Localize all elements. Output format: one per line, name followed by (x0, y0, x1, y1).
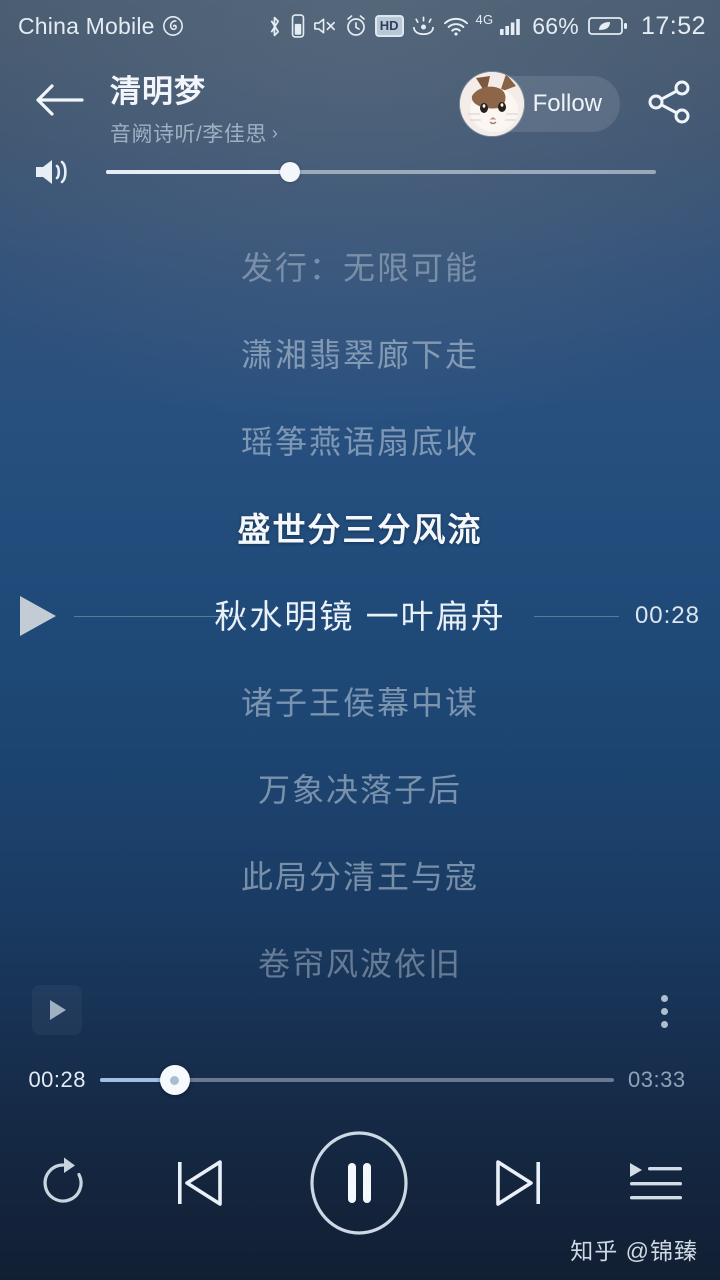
status-icons: HD 4G 66% 17:52 (265, 12, 706, 41)
music-player-screen: China Mobile HD 4G 66% 17:52 清明梦 音阙诗听/李佳… (0, 0, 720, 1280)
follow-button-label: Follow (532, 90, 602, 117)
more-dot (660, 1020, 668, 1028)
progress-row: 00:28 03:33 (0, 1060, 720, 1100)
previous-track-icon (167, 1151, 231, 1220)
network-type-label: 4G (475, 11, 494, 27)
progress-slider-thumb[interactable] (159, 1065, 190, 1095)
lyric-line: 万象决落子后 (257, 772, 462, 808)
alarm-icon (344, 14, 368, 38)
battery-percent-label: 66% (532, 12, 579, 39)
lyrics-panel[interactable]: 发行：无限可能 潇湘翡翠廊下走 瑶筝燕语扇底收 盛世分三分风流 秋水明镜 一叶扁… (0, 225, 720, 985)
pause-icon (306, 1130, 412, 1241)
playback-controls (0, 1125, 720, 1245)
playlist-button[interactable] (626, 1157, 686, 1214)
progress-slider[interactable] (100, 1065, 614, 1095)
share-button[interactable] (642, 76, 698, 132)
repeat-button[interactable] (34, 1154, 92, 1217)
carrier-name: China Mobile (18, 12, 155, 39)
play-small-icon[interactable] (32, 985, 82, 1035)
carrier-info: China Mobile (18, 13, 184, 40)
volume-icon[interactable] (22, 155, 84, 189)
playlist-queue-icon (626, 1157, 686, 1214)
more-dot (660, 994, 668, 1002)
artist-name: 音阙诗听/李佳思 (110, 123, 267, 146)
title-block: 清明梦 音阙诗听/李佳思 › (110, 66, 460, 148)
hd-icon: HD (374, 15, 404, 37)
current-time-label: 00:28 (28, 1067, 86, 1092)
mute-icon (312, 14, 337, 38)
song-title: 清明梦 (110, 74, 206, 109)
watermark: 知乎 @锦臻 (570, 1238, 698, 1264)
volume-slider[interactable] (106, 162, 656, 182)
lyric-line: 潇湘翡翠廊下走 (240, 337, 479, 373)
status-bar: China Mobile HD 4G 66% 17:52 (0, 0, 720, 52)
mini-control-row (0, 985, 720, 1040)
volume-slider-thumb[interactable] (280, 162, 301, 182)
netease-music-icon (162, 15, 184, 37)
play-pause-button[interactable] (306, 1130, 412, 1241)
lyric-line: 瑶筝燕语扇底收 (240, 424, 479, 460)
eye-comfort-icon (411, 15, 436, 37)
volume-slider-row (0, 152, 720, 192)
lyric-line: 此局分清王与寇 (240, 859, 479, 895)
previous-track-button[interactable] (167, 1151, 231, 1220)
more-vertical-icon[interactable] (640, 985, 688, 1037)
repeat-icon (34, 1154, 92, 1217)
volume-slider-fill (106, 170, 291, 174)
cat-avatar[interactable] (460, 72, 524, 136)
lyric-line-seek: 秋水明镜 一叶扁舟 (214, 598, 506, 635)
lyric-line: 诸子王侯幕中谋 (240, 685, 479, 721)
total-time-label: 03:33 (628, 1067, 686, 1092)
player-header: 清明梦 音阙诗听/李佳思 › Follow (0, 58, 720, 148)
back-arrow-icon (32, 80, 84, 125)
signal-bars-icon (498, 15, 522, 37)
bluetooth-device-battery-icon (291, 14, 305, 38)
next-track-button[interactable] (487, 1151, 551, 1220)
lyric-line-active: 盛世分三分风流 (237, 511, 483, 548)
battery-saver-leaf-icon (588, 14, 628, 38)
wifi-icon (443, 15, 469, 37)
more-dot (660, 1007, 668, 1015)
bluetooth-icon (265, 14, 284, 39)
back-button[interactable] (28, 72, 88, 132)
share-icon (646, 79, 694, 130)
artist-link[interactable]: 音阙诗听/李佳思 › (110, 118, 460, 148)
status-clock: 17:52 (640, 11, 706, 40)
next-track-icon (487, 1151, 551, 1220)
lyric-line: 发行：无限可能 (240, 250, 479, 286)
chevron-right-icon: › (271, 122, 279, 143)
